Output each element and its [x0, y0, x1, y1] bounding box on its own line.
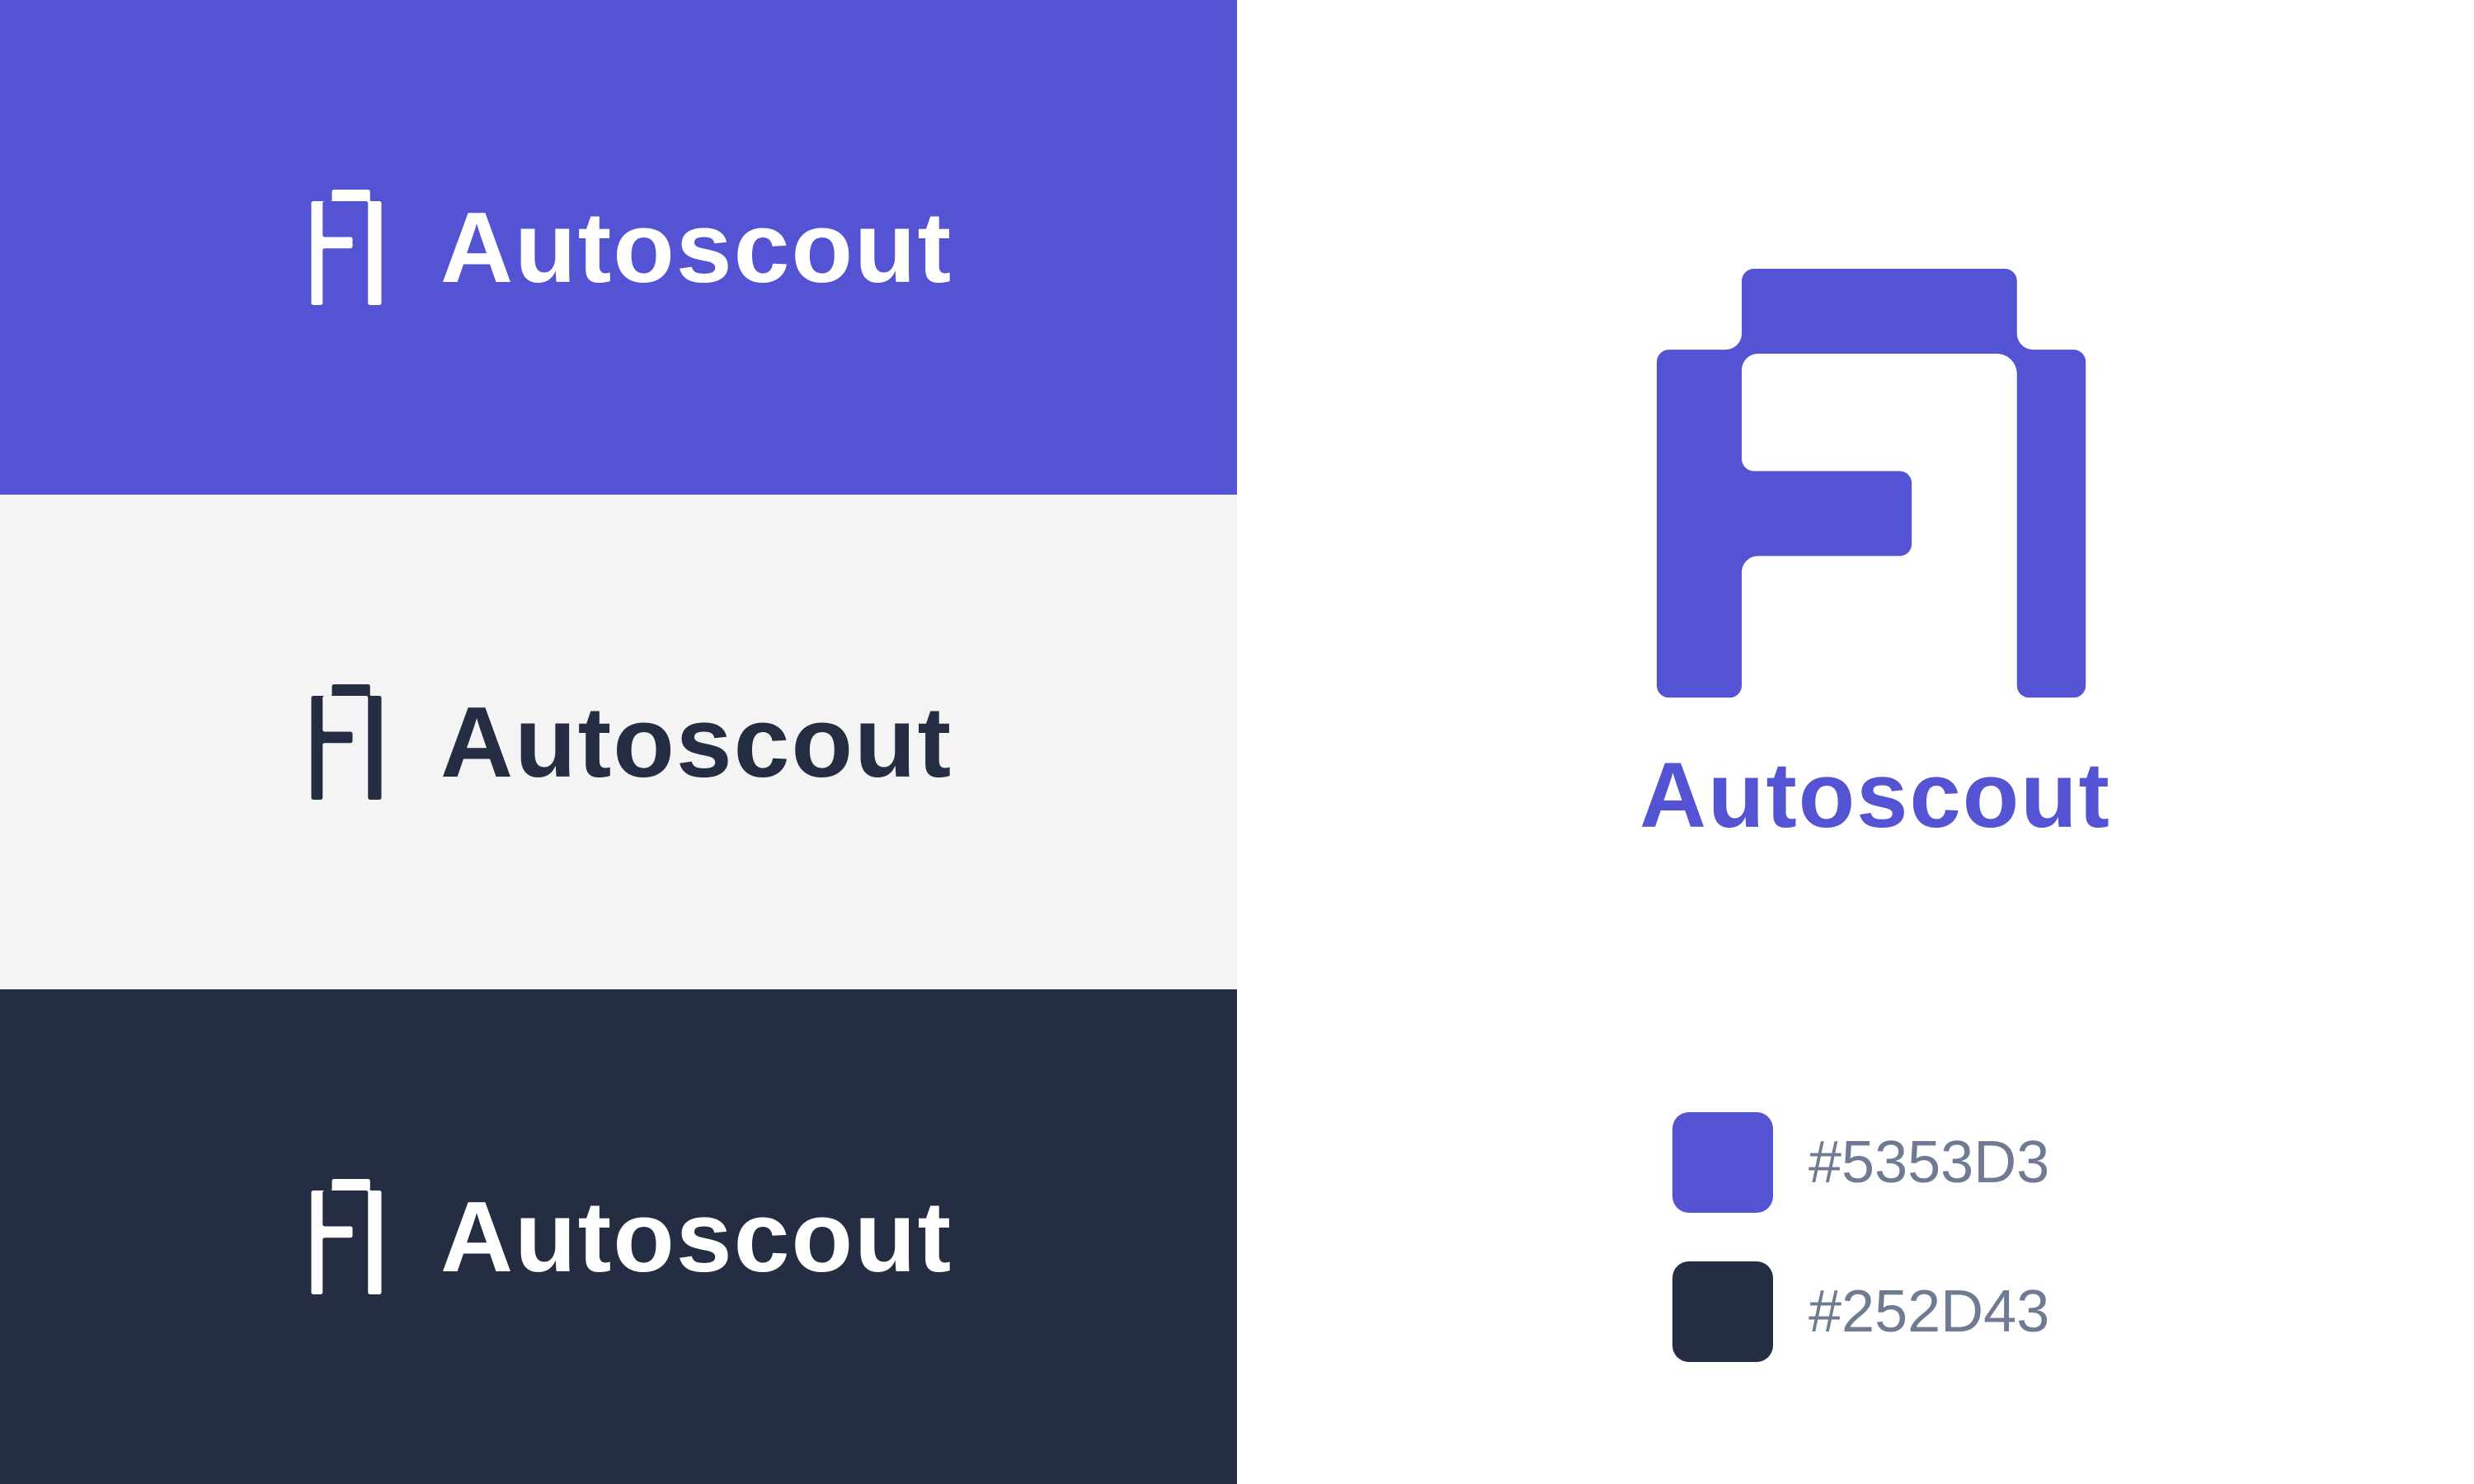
autoscout-logo-icon — [311, 1179, 382, 1294]
autoscout-logo-icon — [311, 190, 382, 305]
hero-brand-wordmark: Autoscout — [1639, 744, 2111, 847]
logo-lockup: Autoscout — [289, 190, 951, 305]
swatch-hex-label: #252D43 — [1808, 1279, 2050, 1345]
logo-panel-light: Autoscout — [0, 495, 1237, 989]
swatch-chip — [1672, 1112, 1773, 1213]
autoscout-logo-icon — [311, 684, 382, 800]
brand-wordmark: Autoscout — [440, 1181, 953, 1293]
logo-panel-dark: Autoscout — [0, 989, 1237, 1484]
logo-panel-primary: Autoscout — [0, 0, 1237, 495]
swatch-chip — [1672, 1261, 1773, 1362]
autoscout-logo-icon — [1657, 269, 2086, 698]
hero-section: Autoscout #5353D3 #252D43 — [1237, 0, 2474, 1484]
logo-lockup: Autoscout — [289, 1179, 951, 1294]
logo-lockup: Autoscout — [289, 684, 951, 800]
brand-wordmark: Autoscout — [440, 686, 953, 798]
color-swatch-primary: #5353D3 — [1672, 1112, 2250, 1213]
swatch-hex-label: #5353D3 — [1808, 1129, 2050, 1195]
brand-wordmark: Autoscout — [440, 191, 953, 303]
color-swatch-dark: #252D43 — [1672, 1261, 2250, 1362]
hero-mark-shape — [1657, 269, 2086, 698]
